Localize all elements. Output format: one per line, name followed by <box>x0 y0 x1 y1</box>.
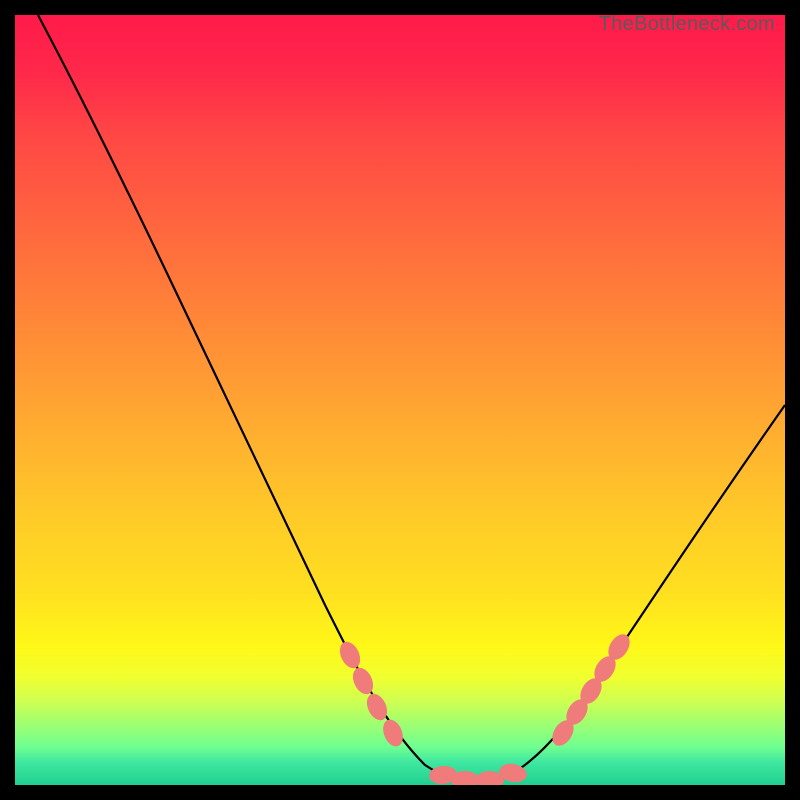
chart-svg <box>15 15 785 785</box>
data-point <box>336 639 364 672</box>
highlighted-points-group <box>336 630 634 785</box>
watermark-text: TheBottleneck.com <box>599 13 775 36</box>
bottleneck-curve <box>38 15 785 782</box>
data-point <box>349 665 377 698</box>
chart-container: TheBottleneck.com <box>15 15 785 785</box>
data-point <box>379 717 406 750</box>
